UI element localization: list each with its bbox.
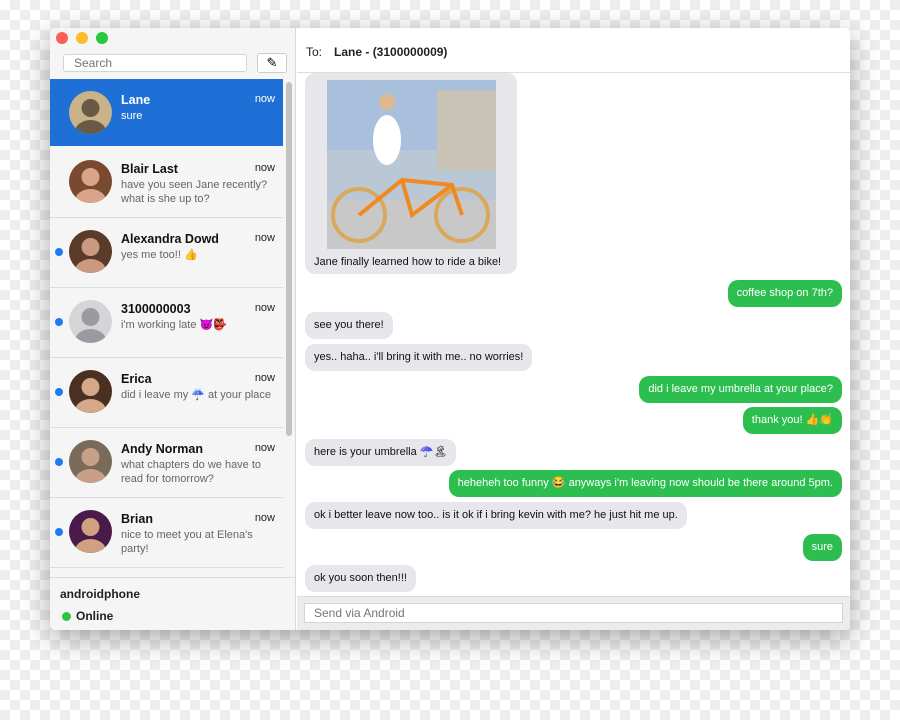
to-label: To: — [306, 45, 323, 59]
outgoing-message[interactable]: heheheh too funny 😂 anyways i'm leaving … — [448, 470, 842, 497]
image-caption: Jane finally learned how to ride a bike! — [314, 256, 502, 268]
timestamp: now — [254, 372, 275, 384]
unread-dot-icon — [55, 318, 63, 326]
unread-dot-icon — [55, 248, 63, 256]
zoom-button[interactable] — [96, 32, 108, 44]
conversation-item[interactable]: Blair Last now have you seen Jane recently… — [50, 148, 283, 218]
outgoing-message[interactable]: sure — [802, 534, 842, 561]
message-preview: yes me too!! 👍 — [121, 249, 198, 261]
unread-dot-icon — [55, 528, 63, 536]
bike-photo — [327, 80, 496, 249]
conversation-item[interactable]: Erica now did i leave my ☔ at your place — [50, 358, 283, 428]
message-preview: have you seen Jane recently? what is she… — [121, 179, 268, 205]
conversation-header: To: Lane - (3100000009) — [297, 28, 850, 73]
unread-dot-icon — [55, 388, 63, 396]
incoming-message[interactable]: ok i better leave now too.. is it ok if … — [305, 502, 687, 529]
outgoing-message[interactable]: did i leave my umbrella at your place? — [639, 376, 842, 403]
outgoing-message[interactable]: thank you! 👍👏 — [742, 407, 842, 434]
message-preview: what chapters do we have to read for tom… — [121, 459, 262, 485]
compose-button[interactable]: ✎ — [257, 53, 287, 73]
compose-icon: ✎ — [266, 55, 278, 70]
contact-name: Erica — [121, 372, 152, 386]
conversation-item[interactable]: Brian now nice to meet you at Elena's part… — [50, 498, 283, 568]
timestamp: now — [254, 512, 275, 524]
avatar — [69, 510, 112, 553]
minimize-button[interactable] — [76, 32, 88, 44]
device-name: androidphone — [60, 587, 140, 601]
unread-dot-icon — [55, 458, 63, 466]
timestamp: now — [254, 442, 275, 454]
avatar — [69, 230, 112, 273]
message-preview: nice to meet you at Elena's party! — [121, 529, 253, 555]
avatar — [69, 91, 112, 134]
message-preview: did i leave my ☔ at your place — [121, 389, 272, 401]
contact-name: Andy Norman — [121, 442, 203, 456]
timestamp: now — [254, 162, 275, 174]
contact-name: 3100000003 — [121, 302, 191, 316]
conversation-item[interactable]: Andy Norman now what chapters do we have t… — [50, 428, 283, 498]
contact-name: Blair Last — [121, 162, 178, 176]
message-preview: sure — [121, 110, 143, 122]
device-status: androidphone Online — [50, 577, 296, 630]
online-status: Online — [62, 609, 113, 623]
online-dot-icon — [62, 611, 71, 621]
recipient: Lane - (3100000009) — [334, 45, 448, 59]
incoming-message[interactable]: here is your umbrella ☂️🏝 — [305, 439, 457, 466]
window-controls — [56, 32, 108, 44]
image-message[interactable]: Jane finally learned how to ride a bike! — [305, 73, 517, 274]
timestamp: now — [254, 232, 275, 244]
message-preview: i'm working late 👿👺 — [121, 319, 227, 331]
incoming-message[interactable]: ok you soon then!!! — [305, 565, 416, 592]
message-input[interactable] — [304, 603, 843, 623]
avatar — [69, 160, 112, 203]
outgoing-message[interactable]: coffee shop on 7th? — [727, 280, 842, 307]
avatar — [69, 440, 112, 483]
avatar — [69, 300, 112, 343]
timestamp: now — [254, 93, 275, 105]
conversation-item[interactable]: Alexandra Dowd now yes me too!! 👍 — [50, 218, 283, 288]
avatar — [69, 370, 112, 413]
search-input[interactable] — [63, 54, 247, 72]
incoming-message[interactable]: see you there! — [305, 312, 393, 339]
conversation-item[interactable]: Lane now sure — [50, 79, 283, 146]
close-button[interactable] — [56, 32, 68, 44]
timestamp: now — [254, 302, 275, 314]
incoming-message[interactable]: yes.. haha.. i'll bring it with me.. no … — [305, 344, 533, 371]
sidebar: ✎ Lane now sure Blair Last now have you seen … — [50, 28, 296, 630]
contact-name: Alexandra Dowd — [121, 232, 219, 246]
conversation-list: Lane now sure Blair Last now have you seen Ja… — [50, 79, 283, 568]
contact-name: Lane — [121, 93, 151, 107]
contact-name: Brian — [121, 512, 153, 526]
message-thread: Jane finally learned how to ride a bike!… — [297, 73, 850, 596]
conversation-item[interactable]: 3100000003 now i'm working late 👿👺 — [50, 288, 283, 358]
messages-window: ✎ Lane now sure Blair Last now have you seen … — [50, 28, 850, 630]
sidebar-scrollbar[interactable] — [286, 82, 292, 436]
composer-bar — [297, 596, 850, 630]
